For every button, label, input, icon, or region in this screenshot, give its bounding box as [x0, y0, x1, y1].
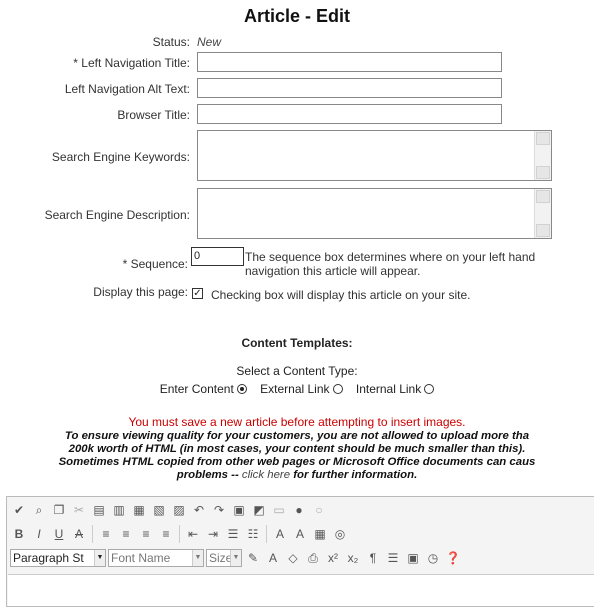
content-templates-heading: Content Templates:	[241, 336, 353, 350]
help-icon[interactable]: ❓	[444, 549, 462, 567]
clean-icon[interactable]: ▨	[170, 501, 188, 519]
browser-title-label: Browser Title:	[117, 108, 190, 122]
page-title: Article - Edit	[243, 6, 350, 26]
indent-icon[interactable]: ⇥	[204, 525, 222, 543]
document-icon[interactable]: ▭	[270, 501, 288, 519]
sequence-help: The sequence box determines where on you…	[245, 250, 535, 278]
editor-toolbar-row-1: ✔ ⌕ ❐ ✂ ▤ ▥ ▦ ▧ ▨ ↶ ↷ ▣ ◩ ▭ ● ○	[7, 498, 328, 522]
left-nav-title-input[interactable]	[197, 52, 502, 72]
sequence-help-line2: navigation this article will appear.	[245, 264, 421, 278]
paste-text-icon[interactable]: ▥	[110, 501, 128, 519]
bold-icon[interactable]: B	[10, 525, 28, 543]
description-textarea[interactable]	[197, 188, 552, 239]
unlink-icon[interactable]: ○	[310, 501, 328, 519]
copy-icon[interactable]: ❐	[50, 501, 68, 519]
find-icon[interactable]: ⌕	[30, 501, 48, 519]
superscript-format-icon[interactable]: A	[271, 525, 289, 543]
sequence-help-line1: The sequence box determines where on you…	[245, 250, 536, 264]
external-link-radio[interactable]	[332, 384, 343, 394]
chevron-down-icon: ▼	[94, 550, 105, 566]
subscript-icon[interactable]: x₂	[344, 549, 362, 567]
align-right-icon[interactable]: ≡	[137, 525, 155, 543]
justify-icon[interactable]: ≡	[157, 525, 175, 543]
cut-icon[interactable]: ✂	[70, 501, 88, 519]
left-nav-alt-input[interactable]	[197, 78, 502, 98]
left-nav-title-label: * Left Navigation Title:	[73, 56, 190, 70]
table-icon[interactable]: ▦	[311, 525, 329, 543]
chevron-down-icon: ▼	[192, 550, 203, 566]
paste-html-icon[interactable]: ▧	[150, 501, 168, 519]
description-label: Search Engine Description:	[44, 208, 190, 222]
internal-link-radio[interactable]	[424, 384, 435, 394]
editor-content-area[interactable]	[8, 574, 594, 606]
browser-title-input[interactable]	[197, 104, 502, 124]
keywords-scrollbar[interactable]	[534, 131, 551, 180]
insert-time-icon[interactable]: ◷	[424, 549, 442, 567]
sequence-label: * Sequence:	[122, 257, 188, 271]
superscript-icon[interactable]: x²	[324, 549, 342, 567]
numbered-list-icon[interactable]: ☰	[224, 525, 242, 543]
image-manager-icon[interactable]: ◩	[250, 501, 268, 519]
chevron-down-icon: ▼	[230, 550, 241, 566]
rich-text-editor: ✔ ⌕ ❐ ✂ ▤ ▥ ▦ ▧ ▨ ↶ ↷ ▣ ◩ ▭ ● ○ B I U A …	[6, 496, 594, 607]
background-color-icon[interactable]: ◇	[284, 549, 302, 567]
subscript-format-icon[interactable]: A	[291, 525, 309, 543]
save-warning: You must save a new article before attem…	[128, 415, 466, 429]
option-enter-content[interactable]: Enter Content	[160, 382, 247, 396]
display-label: Display this page:	[93, 285, 188, 299]
spellcheck-icon[interactable]: ✔	[10, 501, 28, 519]
html-size-notice: To ensure viewing quality for your custo…	[58, 430, 536, 481]
left-nav-alt-label: Left Navigation Alt Text:	[64, 82, 190, 96]
display-help: Checking box will display this article o…	[211, 288, 471, 302]
font-name-select[interactable]: Font Name ▼	[108, 549, 204, 567]
insert-image-icon[interactable]: ▣	[230, 501, 248, 519]
keywords-label: Search Engine Keywords:	[51, 150, 190, 164]
content-type-options: Enter Content External Link Internal Lin…	[0, 382, 594, 396]
undo-icon[interactable]: ↶	[190, 501, 208, 519]
align-center-icon[interactable]: ≡	[117, 525, 135, 543]
highlight-icon[interactable]: ✎	[244, 549, 262, 567]
sequence-input[interactable]: 0	[191, 247, 244, 266]
option-external-link[interactable]: External Link	[260, 382, 343, 396]
bulleted-list-icon[interactable]: ☷	[244, 525, 262, 543]
format-select[interactable]: Paragraph St ▼	[10, 549, 106, 567]
link-icon[interactable]: ●	[290, 501, 308, 519]
paste-icon[interactable]: ▤	[90, 501, 108, 519]
enter-content-radio[interactable]	[236, 384, 247, 394]
italic-icon[interactable]: I	[30, 525, 48, 543]
align-left-icon[interactable]: ≡	[97, 525, 115, 543]
print-icon[interactable]: ⎙	[304, 549, 322, 567]
underline-icon[interactable]: U	[50, 525, 68, 543]
click-here-link[interactable]: click here	[242, 469, 290, 481]
keywords-textarea[interactable]	[197, 130, 552, 181]
description-scrollbar[interactable]	[534, 189, 551, 238]
status-value: New	[197, 35, 222, 49]
editor-toolbar-row-2: B I U A ≡ ≡ ≡ ≡ ⇤ ⇥ ☰ ☷ A A ▦ ◎	[7, 522, 349, 546]
redo-icon[interactable]: ↷	[210, 501, 228, 519]
paste-word-icon[interactable]: ▦	[130, 501, 148, 519]
rule-icon[interactable]: ☰	[384, 549, 402, 567]
editor-toolbar-row-3: Paragraph St ▼ Font Name ▼ Size ▼ ✎ A ◇ ⎙ x…	[7, 546, 462, 570]
paragraph-icon[interactable]: ¶	[364, 549, 382, 567]
content-type-select-label: Select a Content Type:	[236, 364, 358, 378]
special-icon[interactable]: ◎	[331, 525, 349, 543]
font-size-select[interactable]: Size ▼	[206, 549, 242, 567]
display-checkbox[interactable]: ✓	[192, 288, 203, 299]
font-color-icon[interactable]: A	[264, 549, 282, 567]
outdent-icon[interactable]: ⇤	[184, 525, 202, 543]
insert-date-icon[interactable]: ▣	[404, 549, 422, 567]
status-label: Status:	[152, 35, 190, 49]
option-internal-link[interactable]: Internal Link	[356, 382, 435, 396]
strikethrough-icon[interactable]: A	[70, 525, 88, 543]
